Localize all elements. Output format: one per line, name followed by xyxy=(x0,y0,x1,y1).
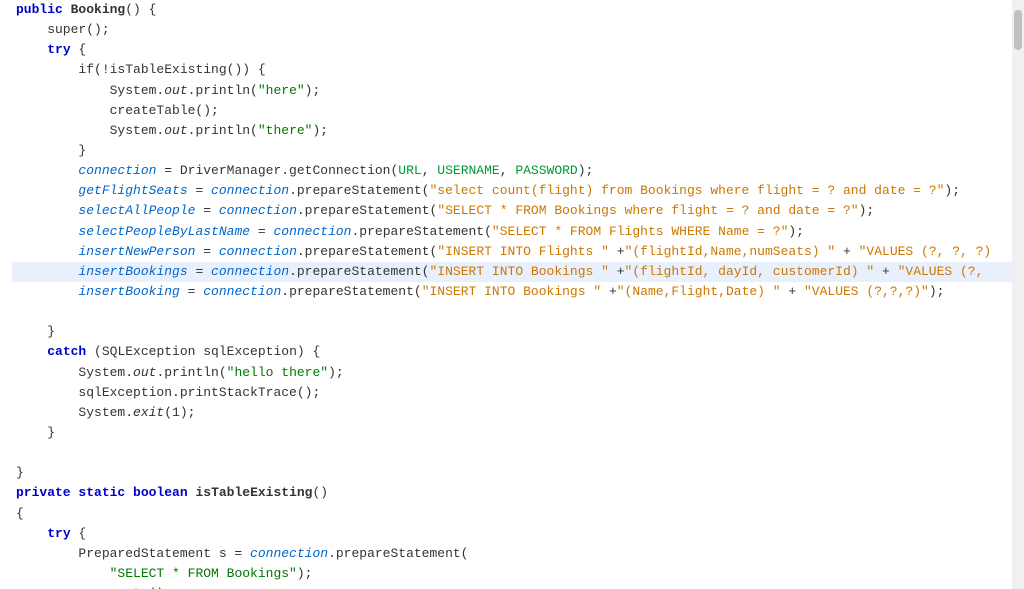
line-24: } xyxy=(12,463,1012,483)
line-8: } xyxy=(12,141,1012,161)
line-30: s.execute(); xyxy=(12,584,1012,589)
line-21: System.exit(1); xyxy=(12,403,1012,423)
line-17: } xyxy=(12,322,1012,342)
code-content[interactable]: public Booking() { super(); try { if(!is… xyxy=(0,0,1012,589)
line-15: insertBooking = connection.prepareStatem… xyxy=(12,282,1012,302)
line-9: connection = DriverManager.getConnection… xyxy=(12,161,1012,181)
code-pre: public Booking() { super(); try { if(!is… xyxy=(12,0,1012,589)
line-26: { xyxy=(12,504,1012,524)
vertical-scrollbar[interactable] xyxy=(1012,0,1024,589)
line-2: super(); xyxy=(12,20,1012,40)
line-23 xyxy=(12,443,1012,463)
line-4: if(!isTableExisting()) { xyxy=(12,60,1012,80)
scrollbar-thumb[interactable] xyxy=(1014,10,1022,50)
line-18: catch (SQLException sqlException) { xyxy=(12,342,1012,362)
line-27: try { xyxy=(12,524,1012,544)
line-14: insertBookings = connection.prepareState… xyxy=(12,262,1012,282)
line-7: System.out.println("there"); xyxy=(12,121,1012,141)
line-20: sqlException.printStackTrace(); xyxy=(12,383,1012,403)
line-25: private static boolean isTableExisting() xyxy=(12,483,1012,503)
line-10: getFlightSeats = connection.prepareState… xyxy=(12,181,1012,201)
line-6: createTable(); xyxy=(12,101,1012,121)
line-11: selectAllPeople = connection.prepareStat… xyxy=(12,201,1012,221)
line-28: PreparedStatement s = connection.prepare… xyxy=(12,544,1012,564)
line-19: System.out.println("hello there"); xyxy=(12,363,1012,383)
line-29: "SELECT * FROM Bookings"); xyxy=(12,564,1012,584)
line-12: selectPeopleByLastName = connection.prep… xyxy=(12,222,1012,242)
line-22: } xyxy=(12,423,1012,443)
line-16 xyxy=(12,302,1012,322)
line-5: System.out.println("here"); xyxy=(12,81,1012,101)
line-13: insertNewPerson = connection.prepareStat… xyxy=(12,242,1012,262)
line-1: public Booking() { xyxy=(12,0,1012,20)
code-editor: public Booking() { super(); try { if(!is… xyxy=(0,0,1024,589)
line-3: try { xyxy=(12,40,1012,60)
